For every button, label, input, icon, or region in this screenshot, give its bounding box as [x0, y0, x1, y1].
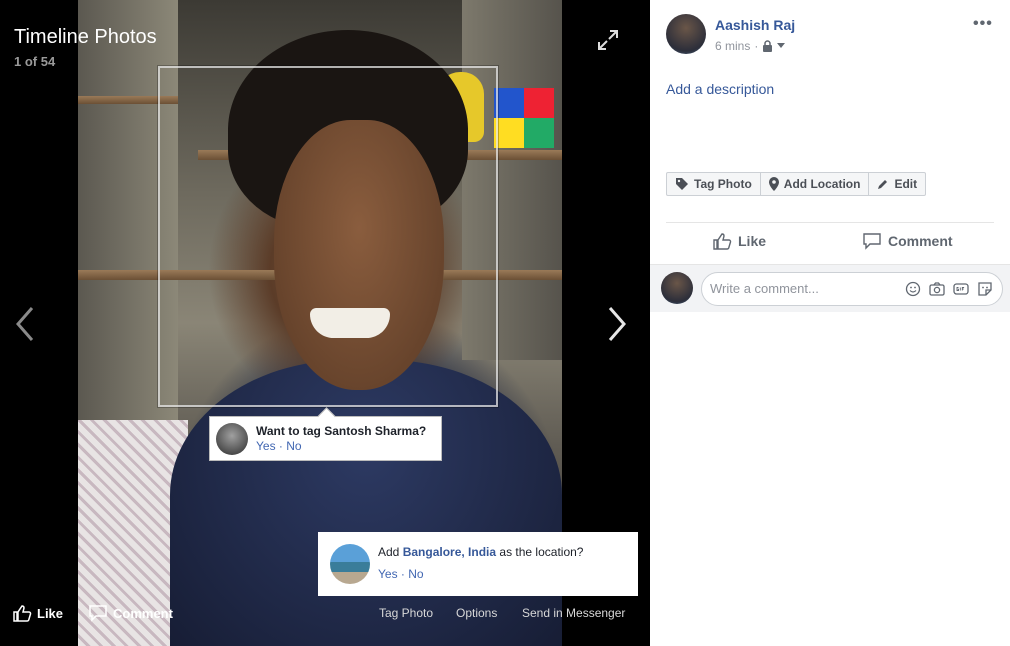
camera-icon[interactable] — [929, 281, 945, 297]
post-meta: 6 mins · — [715, 39, 786, 53]
suggested-person-avatar — [216, 423, 248, 455]
comment-composer — [650, 264, 1010, 312]
add-location-label: Add Location — [783, 177, 861, 191]
like-icon — [13, 605, 32, 622]
viewer-comment-button[interactable]: Comment — [88, 604, 173, 622]
comment-icon — [863, 233, 881, 250]
tag-actions: Yes · No — [256, 439, 302, 453]
location-no-link[interactable]: No — [408, 567, 423, 581]
location-suggestion-popup: Add Bangalore, India as the location? Ye… — [318, 532, 638, 596]
viewer-title: Timeline Photos — [14, 26, 157, 48]
chevron-down-icon — [777, 43, 786, 48]
location-thumbnail — [330, 544, 370, 584]
edit-button[interactable]: Edit — [869, 173, 925, 195]
divider — [666, 222, 994, 223]
viewer-like-button[interactable]: Like — [12, 604, 63, 622]
tag-icon — [676, 178, 688, 190]
location-pin-icon — [768, 177, 779, 191]
separator: · — [400, 567, 405, 581]
send-in-messenger-link[interactable]: Send in Messenger — [522, 606, 625, 620]
viewer-tag-photo-link[interactable]: Tag Photo — [379, 606, 433, 620]
expand-icon[interactable] — [596, 28, 620, 52]
location-actions: Yes · No — [378, 567, 424, 581]
previous-arrow-icon[interactable] — [8, 302, 44, 346]
pencil-icon — [878, 180, 888, 189]
comment-input-wrapper — [701, 272, 1003, 306]
next-arrow-icon[interactable] — [600, 302, 636, 346]
post-sidebar: Aashish Raj 6 mins · ••• Add a descripti… — [650, 0, 1010, 646]
tag-question: Want to tag Santosh Sharma? — [256, 424, 427, 438]
separator: · — [754, 39, 759, 53]
comment-label: Comment — [888, 233, 953, 249]
location-question: Add Bangalore, India as the location? — [378, 545, 583, 559]
gif-icon[interactable] — [953, 281, 969, 297]
photo-counter: 1 of 54 — [14, 54, 56, 69]
author-avatar[interactable] — [666, 14, 706, 54]
face-detection-box[interactable] — [158, 66, 498, 407]
emoji-icon[interactable] — [905, 281, 921, 297]
lock-icon — [763, 40, 773, 52]
location-suffix: as the location? — [499, 545, 584, 559]
location-place-link[interactable]: Bangalore, India — [403, 545, 496, 559]
edit-label: Edit — [894, 177, 918, 191]
like-icon — [713, 233, 732, 250]
tag-suggestion-popup: Want to tag Santosh Sharma? Yes · No — [209, 416, 442, 461]
photo-viewer: Timeline Photos 1 of 54 Want to tag Sant… — [0, 0, 650, 646]
author-name-link[interactable]: Aashish Raj — [715, 17, 795, 33]
viewer-options-link[interactable]: Options — [456, 606, 497, 620]
like-label: Like — [738, 233, 767, 249]
viewer-bottom-bar: Like Comment Tag Photo Options Send in M… — [0, 596, 650, 632]
sticker-icon[interactable] — [977, 281, 993, 297]
tag-photo-label: Tag Photo — [694, 177, 752, 191]
viewer-comment-label: Comment — [113, 605, 173, 621]
location-prefix: Add — [378, 545, 400, 559]
location-yes-link[interactable]: Yes — [378, 567, 398, 581]
photo-rubiks-cube — [494, 88, 554, 148]
more-options-button[interactable]: ••• — [973, 15, 993, 33]
photo-actions: Tag Photo Add Location Edit — [666, 172, 927, 196]
add-description-link[interactable]: Add a description — [666, 81, 774, 97]
post-time[interactable]: 6 mins — [715, 39, 750, 53]
viewer-like-label: Like — [37, 605, 64, 621]
like-button[interactable]: Like — [712, 232, 766, 250]
comment-icon — [89, 605, 107, 622]
tag-yes-link[interactable]: Yes — [256, 439, 276, 453]
privacy-selector[interactable] — [762, 40, 786, 52]
comment-button[interactable]: Comment — [862, 232, 953, 250]
tag-photo-button[interactable]: Tag Photo — [667, 173, 761, 195]
tag-no-link[interactable]: No — [286, 439, 301, 453]
separator: · — [278, 439, 283, 453]
comment-input[interactable] — [710, 281, 900, 296]
add-location-button[interactable]: Add Location — [761, 173, 870, 195]
commenter-avatar — [661, 272, 693, 304]
